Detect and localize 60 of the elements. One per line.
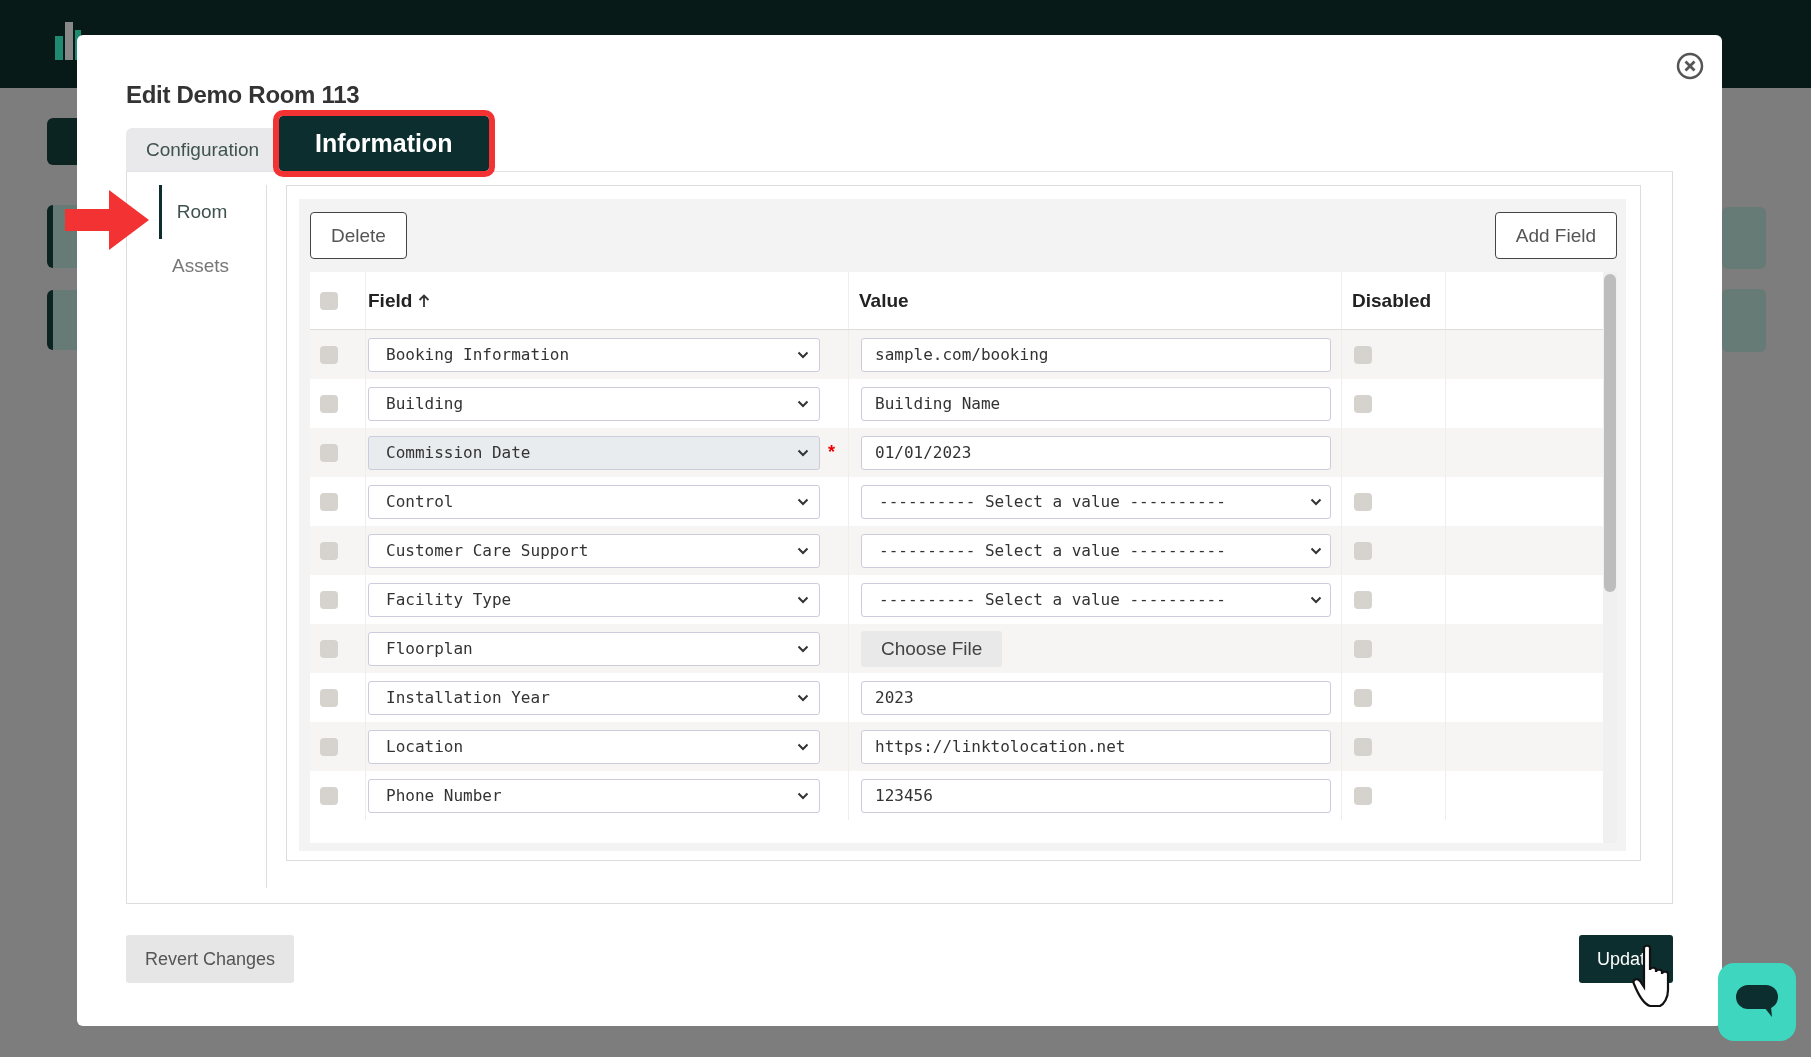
close-icon[interactable]: [1676, 52, 1704, 80]
field-select[interactable]: Facility Type: [368, 582, 820, 617]
field-select[interactable]: Building: [368, 386, 820, 421]
value-field[interactable]: https://linktolocation.net: [861, 729, 1331, 764]
required-mark: *: [828, 442, 836, 463]
sidebar-item[interactable]: Assets: [159, 239, 266, 293]
scrollbar[interactable]: [1603, 272, 1617, 843]
chevron-down-icon: [797, 448, 809, 457]
background-card: [1722, 289, 1766, 352]
row-checkbox[interactable]: [320, 590, 338, 609]
field-select[interactable]: Installation Year: [368, 680, 820, 715]
column-header: Value: [859, 289, 909, 311]
value-field[interactable]: 2023: [861, 680, 1331, 715]
column-header[interactable]: Field: [368, 289, 413, 312]
chevron-down-icon: [1310, 595, 1322, 604]
revert-button[interactable]: Revert Changes: [126, 935, 295, 983]
field-select[interactable]: Floorplan: [368, 631, 820, 666]
row-checkbox[interactable]: [320, 443, 338, 462]
chevron-down-icon: [797, 693, 809, 702]
value-select[interactable]: ---------- Select a value ----------: [861, 582, 1331, 617]
field-select[interactable]: Control: [368, 484, 820, 519]
chevron-down-icon: [797, 546, 809, 555]
field-select[interactable]: Booking Information: [368, 337, 820, 372]
row-checkbox[interactable]: [320, 688, 338, 707]
toolbar-button[interactable]: Delete: [310, 212, 407, 259]
value-field[interactable]: 123456: [861, 778, 1331, 813]
field-select[interactable]: Commission Date: [368, 435, 820, 470]
background-card: [1722, 207, 1766, 269]
chevron-down-icon: [797, 350, 809, 359]
field-select[interactable]: Customer Care Support: [368, 533, 820, 568]
select-all-checkbox[interactable]: [320, 291, 338, 310]
chevron-down-icon: [797, 497, 809, 506]
row-checkbox[interactable]: [320, 345, 338, 364]
row-checkbox[interactable]: [320, 737, 338, 756]
chevron-down-icon: [797, 791, 809, 800]
value-field[interactable]: Building Name: [861, 386, 1331, 421]
chat-button[interactable]: [1718, 963, 1796, 1041]
row-checkbox[interactable]: [320, 541, 338, 560]
chevron-down-icon: [797, 399, 809, 408]
chevron-down-icon: [1310, 546, 1322, 555]
sidebar-item[interactable]: Room: [159, 185, 266, 239]
dialog-title: Edit Demo Room 113: [126, 81, 361, 110]
chevron-down-icon: [797, 644, 809, 653]
value-select[interactable]: ---------- Select a value ----------: [861, 533, 1331, 568]
value-select[interactable]: ---------- Select a value ----------: [861, 484, 1331, 519]
chevron-down-icon: [797, 742, 809, 751]
column-header: Disabled: [1352, 289, 1432, 311]
field-select[interactable]: Location: [368, 729, 820, 764]
value-field[interactable]: 01/01/2023: [861, 435, 1331, 470]
row-checkbox[interactable]: [320, 639, 338, 658]
value-field[interactable]: sample.com/booking: [861, 337, 1331, 372]
field-select[interactable]: Phone Number: [368, 778, 820, 813]
row-checkbox[interactable]: [320, 394, 338, 413]
chevron-down-icon: [797, 595, 809, 604]
choose-file-button[interactable]: Choose File: [861, 630, 1003, 667]
chat-icon: [1736, 985, 1778, 1019]
row-checkbox[interactable]: [320, 492, 338, 511]
toolbar-button[interactable]: Add Field: [1494, 212, 1617, 259]
row-checkbox[interactable]: [320, 786, 338, 805]
chevron-down-icon: [1310, 497, 1322, 506]
